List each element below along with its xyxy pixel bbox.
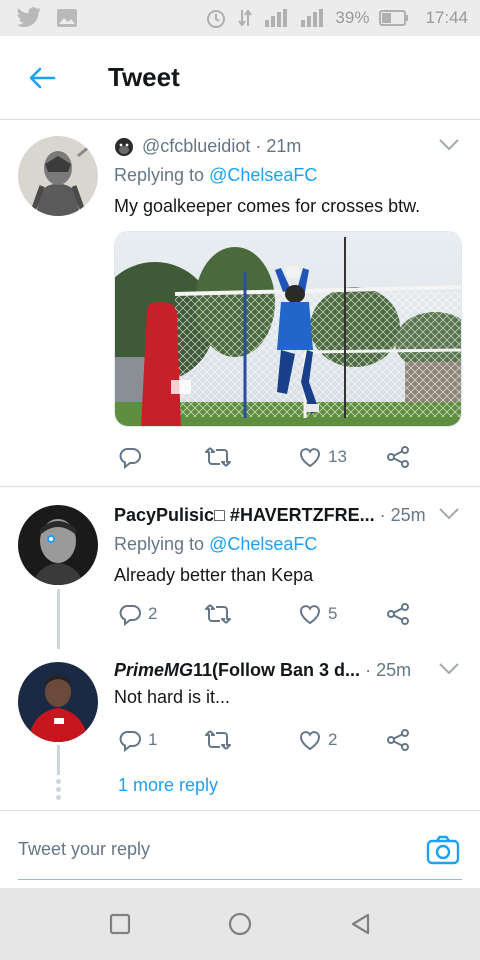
share-button[interactable] [386, 600, 410, 628]
heart-icon [299, 731, 321, 751]
share-icon [387, 729, 409, 751]
share-button[interactable] [386, 726, 410, 754]
twitter-icon [16, 7, 42, 34]
thread-dots [56, 779, 61, 800]
reply-icon [119, 448, 141, 469]
recents-button[interactable] [106, 910, 134, 938]
reply-input[interactable] [18, 839, 398, 860]
like-count: 13 [328, 447, 347, 466]
tweet-author-name[interactable]: PacyPulisic□ #HAVERTZFRE... [114, 505, 375, 526]
reply-button[interactable] [118, 443, 148, 471]
avatar[interactable] [18, 662, 98, 742]
status-bar: 39% 17:44 [0, 0, 480, 36]
gorilla-icon [114, 137, 134, 157]
system-nav-bar [0, 888, 480, 960]
home-button[interactable] [226, 910, 254, 938]
tweet-actions: 13 [114, 443, 464, 473]
share-icon [387, 446, 409, 468]
tweet-actions: 2 5 [114, 600, 464, 630]
tweet[interactable]: @cfcblueidiot · 21m Replying to @Chelsea… [0, 120, 480, 486]
share-button[interactable] [386, 443, 410, 471]
like-button[interactable]: 13 [298, 443, 347, 471]
heart-icon [299, 605, 321, 625]
tweet-time: 21m [266, 136, 302, 156]
image-icon [56, 8, 78, 33]
like-count: 2 [328, 730, 338, 749]
reply-count: 1 [148, 730, 158, 749]
triangle-back-icon [351, 913, 370, 935]
tweet-text: Not hard is it... [114, 687, 231, 707]
thread-line [57, 745, 60, 775]
chevron-down-icon[interactable] [438, 662, 460, 680]
circle-icon [228, 912, 252, 936]
tweet-actions: 1 2 [114, 726, 464, 756]
clock: 17:44 [425, 8, 468, 27]
tweet[interactable]: PacyPulisic□ #HAVERTZFRE... · 25m Replyi… [0, 487, 480, 649]
retweet-icon [205, 447, 231, 467]
replying-prefix: Replying to [114, 165, 205, 185]
page-title: Tweet [108, 62, 180, 92]
replying-to: Replying to @ChelseaFC [114, 534, 464, 555]
header: Tweet [0, 36, 480, 120]
avatar[interactable] [18, 136, 98, 216]
arrow-left-icon [29, 67, 56, 89]
replying-to-link[interactable]: @ChelseaFC [209, 165, 317, 185]
reply-icon [119, 605, 141, 626]
chevron-down-icon[interactable] [438, 507, 460, 525]
share-icon [387, 603, 409, 625]
camera-button[interactable] [426, 833, 460, 867]
retweet-button[interactable] [204, 443, 238, 471]
reply-bar [0, 810, 480, 888]
reply-count: 2 [148, 604, 158, 623]
like-button[interactable]: 2 [298, 726, 337, 754]
retweet-button[interactable] [204, 726, 238, 754]
back-button[interactable] [22, 58, 62, 98]
signal-icon [299, 8, 325, 28]
signal-icon [263, 8, 289, 28]
tweet-media[interactable] [114, 231, 462, 427]
reply-button[interactable]: 2 [118, 600, 157, 628]
tweet-handle[interactable]: @cfcblueidiot [142, 136, 250, 157]
heart-icon [299, 448, 321, 468]
tweet[interactable]: PrimeMG 11(Follow Ban 3 d... · 25m Not ha… [0, 645, 480, 810]
tweet-author-name-italic[interactable]: PrimeMG [114, 660, 193, 681]
replying-to-link[interactable]: @ChelseaFC [209, 534, 317, 554]
reply-underline [18, 879, 462, 880]
chevron-down-icon[interactable] [438, 138, 460, 156]
battery-icon [379, 10, 409, 26]
battery-percent: 39% [335, 8, 370, 27]
tweet-author-name[interactable]: 11(Follow Ban 3 d... [193, 660, 360, 681]
thread-line [57, 589, 60, 649]
alarm-icon [205, 7, 227, 29]
like-count: 5 [328, 604, 338, 623]
replying-prefix: Replying to [114, 534, 205, 554]
tweet-text: My goalkeeper comes for crosses btw. [114, 196, 421, 216]
tweet-time: 25m [390, 505, 426, 525]
data-icon [237, 8, 253, 28]
reply-icon [119, 731, 141, 752]
retweet-icon [205, 604, 231, 624]
back-nav-button[interactable] [346, 910, 374, 938]
retweet-icon [205, 730, 231, 750]
more-replies-link[interactable]: 1 more reply [118, 775, 218, 796]
reply-button[interactable]: 1 [118, 726, 157, 754]
camera-icon [426, 835, 460, 865]
tweet-time: 25m [376, 660, 412, 680]
replying-to: Replying to @ChelseaFC [114, 165, 464, 186]
square-icon [109, 913, 131, 935]
retweet-button[interactable] [204, 600, 238, 628]
avatar[interactable] [18, 505, 98, 585]
tweet-text: Already better than Kepa [114, 565, 314, 585]
like-button[interactable]: 5 [298, 600, 337, 628]
